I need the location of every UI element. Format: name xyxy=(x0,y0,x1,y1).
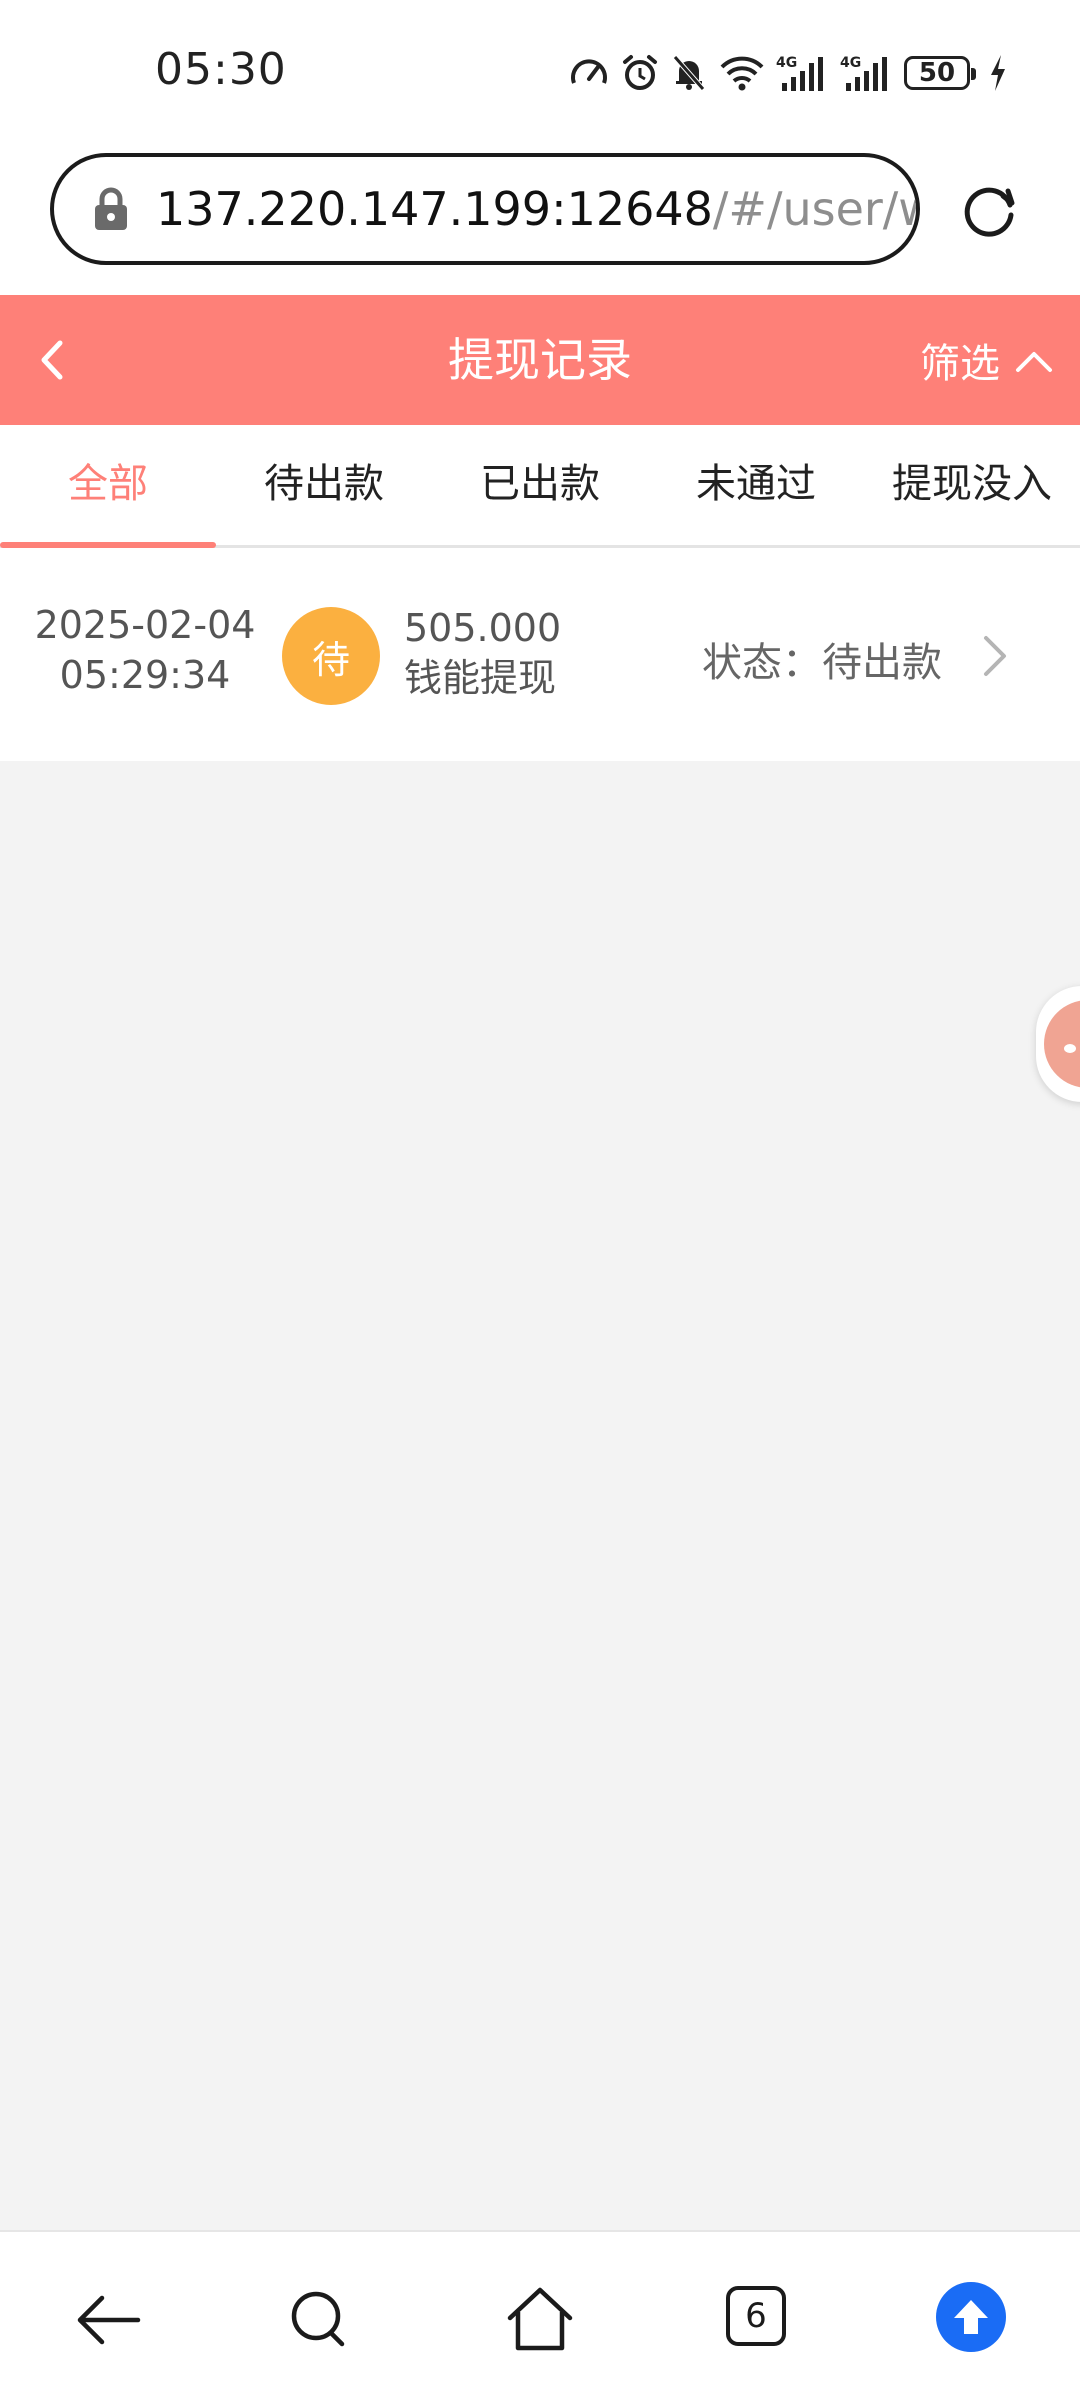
browser-bottom-nav: 6 xyxy=(0,2230,1080,2402)
floating-service-icon[interactable] xyxy=(1036,986,1080,1102)
upload-button[interactable] xyxy=(936,2282,1006,2352)
charging-icon xyxy=(991,55,1005,91)
record-info: 505.000 钱能提现 xyxy=(404,603,561,703)
tab-all[interactable]: 全部 xyxy=(0,425,216,548)
filter-button[interactable]: 筛选 xyxy=(920,295,1054,425)
search-icon[interactable] xyxy=(284,2284,356,2356)
status-bar: 05:30 4G 4G 50 xyxy=(0,0,1080,145)
alarm-icon xyxy=(623,55,657,90)
battery-level: 50 xyxy=(918,58,956,88)
back-arrow-icon[interactable] xyxy=(72,2284,144,2356)
tabs-count-button[interactable]: 6 xyxy=(726,2286,786,2346)
withdraw-record-row[interactable]: 2025-02-04 05:29:34 待 505.000 钱能提现 状态：待出… xyxy=(0,548,1080,761)
record-type: 钱能提现 xyxy=(404,656,557,700)
floating-service-avatar xyxy=(1044,1000,1080,1088)
signal-4g-icon-2: 4G xyxy=(840,55,887,91)
wifi-icon xyxy=(720,56,764,91)
tab-rejected[interactable]: 未通过 xyxy=(648,425,864,545)
mute-bell-icon xyxy=(673,55,705,91)
speed-icon xyxy=(571,59,607,84)
chevron-right-icon xyxy=(984,636,1006,676)
url-path: /#/user/wit xyxy=(712,182,916,236)
tab-pending[interactable]: 待出款 xyxy=(216,425,432,545)
status-icons: 4G 4G 50 xyxy=(568,50,1008,96)
record-time: 05:29:34 xyxy=(59,653,231,697)
status-tabs: 全部 待出款 已出款 未通过 提现没入 xyxy=(0,425,1080,548)
browser-toolbar: 137.220.147.199:12648/#/user/wit xyxy=(0,145,1080,295)
svg-text:4G: 4G xyxy=(776,55,797,71)
url-text: 137.220.147.199:12648/#/user/wit xyxy=(156,182,916,236)
svg-text:4G: 4G xyxy=(840,55,861,71)
battery-icon: 50 xyxy=(904,56,976,90)
floating-dot-1 xyxy=(1064,1044,1076,1053)
record-datetime: 2025-02-04 05:29:34 xyxy=(20,600,270,700)
reload-icon[interactable] xyxy=(958,179,1022,243)
record-status: 状态：待出款 xyxy=(702,640,942,686)
record-amount: 505.000 xyxy=(404,606,562,650)
page-header: 提现记录 筛选 xyxy=(0,295,1080,425)
back-icon[interactable] xyxy=(30,333,74,387)
filter-label: 筛选 xyxy=(920,341,1000,387)
arrow-up-icon xyxy=(954,2300,988,2334)
tab-paid[interactable]: 已出款 xyxy=(432,425,648,545)
address-bar[interactable]: 137.220.147.199:12648/#/user/wit xyxy=(50,153,920,265)
record-date: 2025-02-04 xyxy=(34,603,256,647)
status-time: 05:30 xyxy=(155,44,287,95)
lock-icon xyxy=(95,187,127,230)
status-badge: 待 xyxy=(282,607,380,705)
signal-4g-icon: 4G xyxy=(776,55,823,91)
tab-not-received[interactable]: 提现没入 xyxy=(864,425,1080,545)
home-icon[interactable] xyxy=(504,2284,576,2356)
url-host: 137.220.147.199:12648 xyxy=(156,182,713,236)
page-title: 提现记录 xyxy=(448,333,632,387)
chevron-up-icon xyxy=(1016,352,1052,372)
